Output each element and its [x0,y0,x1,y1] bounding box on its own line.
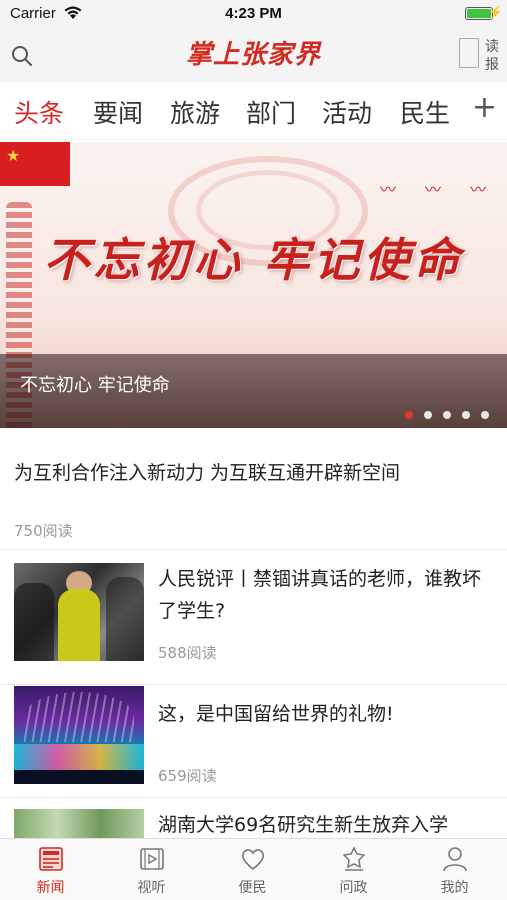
tabbar-item-news[interactable]: 新闻 [0,839,101,900]
tabbar-item-video[interactable]: 视听 [101,839,202,900]
bottom-tab-bar: 新闻 视听 便民 问政 我的 [0,838,507,900]
tab-headlines[interactable]: 头条 [14,94,64,130]
carousel-dot [481,411,489,419]
article-title: 为互利合作注入新动力 为互联互通开辟新空间 [14,462,401,484]
tabbar-label: 便民 [238,880,267,896]
carousel-dot [462,411,470,419]
category-tabs: 头条 要闻 旅游 部门 活动 民生 + [0,82,507,140]
read-count: 659阅读 [158,767,217,785]
carousel-dot [405,411,413,419]
profile-icon [443,847,467,872]
lead-article[interactable]: 为互利合作注入新动力 为互联互通开辟新空间 750阅读 [0,428,507,550]
status-bar: Carrier 4:23 PM ⚡ [0,0,507,28]
banner-carousel[interactable]: ★ 〰 〰 〰 不忘初心 牢记使命 不忘初心 牢记使命 [0,142,507,428]
tab-livelihood[interactable]: 民生 [400,94,450,130]
newspaper-icon [459,38,479,68]
tab-departments[interactable]: 部门 [246,94,296,130]
app-header: 掌上张家界 读 报 [0,28,507,82]
article-thumbnail [14,809,144,839]
read-paper-button[interactable]: 读 报 [459,34,499,74]
news-icon [39,847,63,871]
tabbar-item-services[interactable]: 便民 [202,839,303,900]
tab-tourism[interactable]: 旅游 [170,94,220,130]
tabbar-label: 我的 [440,880,469,896]
list-item[interactable]: 湖南大学69名研究生新生放弃入学 [0,799,507,839]
birds-graphic: 〰 〰 〰 [380,180,499,199]
government-icon [342,846,366,871]
carousel-dot [443,411,451,419]
banner-slogan: 不忘初心 牢记使命 [43,233,464,287]
carousel-dot [424,411,432,419]
heart-icon [241,849,265,871]
tabbar-item-profile[interactable]: 我的 [404,839,505,900]
read-count: 750阅读 [14,522,73,540]
article-title: 人民锐评丨禁锢讲真话的老师，谁教坏了学生? [158,568,482,622]
carousel-indicator [394,404,489,419]
read-count: 588阅读 [158,644,217,662]
article-thumbnail [14,686,144,784]
tabbar-label: 新闻 [36,880,65,896]
article-thumbnail [14,563,144,661]
flag-graphic: ★ [0,142,70,186]
tab-events[interactable]: 活动 [322,94,372,130]
tabbar-item-politics[interactable]: 问政 [303,839,404,900]
read-paper-label-2: 报 [485,57,499,73]
article-title: 湖南大学69名研究生新生放弃入学 [158,814,449,836]
tabbar-label: 视听 [137,880,166,896]
article-title: 这，是中国留给世界的礼物! [158,703,394,725]
banner-caption: 不忘初心 牢记使命 [20,375,170,396]
read-paper-label-1: 读 [485,39,499,55]
tabbar-label: 问政 [339,880,368,896]
app-title: 掌上张家界 [185,40,321,70]
add-channel-button[interactable]: + [472,90,497,125]
charging-icon: ⚡ [488,5,503,19]
list-item[interactable]: 这，是中国留给世界的礼物! 659阅读 [0,686,507,798]
list-item[interactable]: 人民锐评丨禁锢讲真话的老师，谁教坏了学生? 588阅读 [0,551,507,685]
clock: 4:23 PM [225,5,282,22]
tab-key-news[interactable]: 要闻 [93,94,143,130]
video-icon [140,848,164,870]
